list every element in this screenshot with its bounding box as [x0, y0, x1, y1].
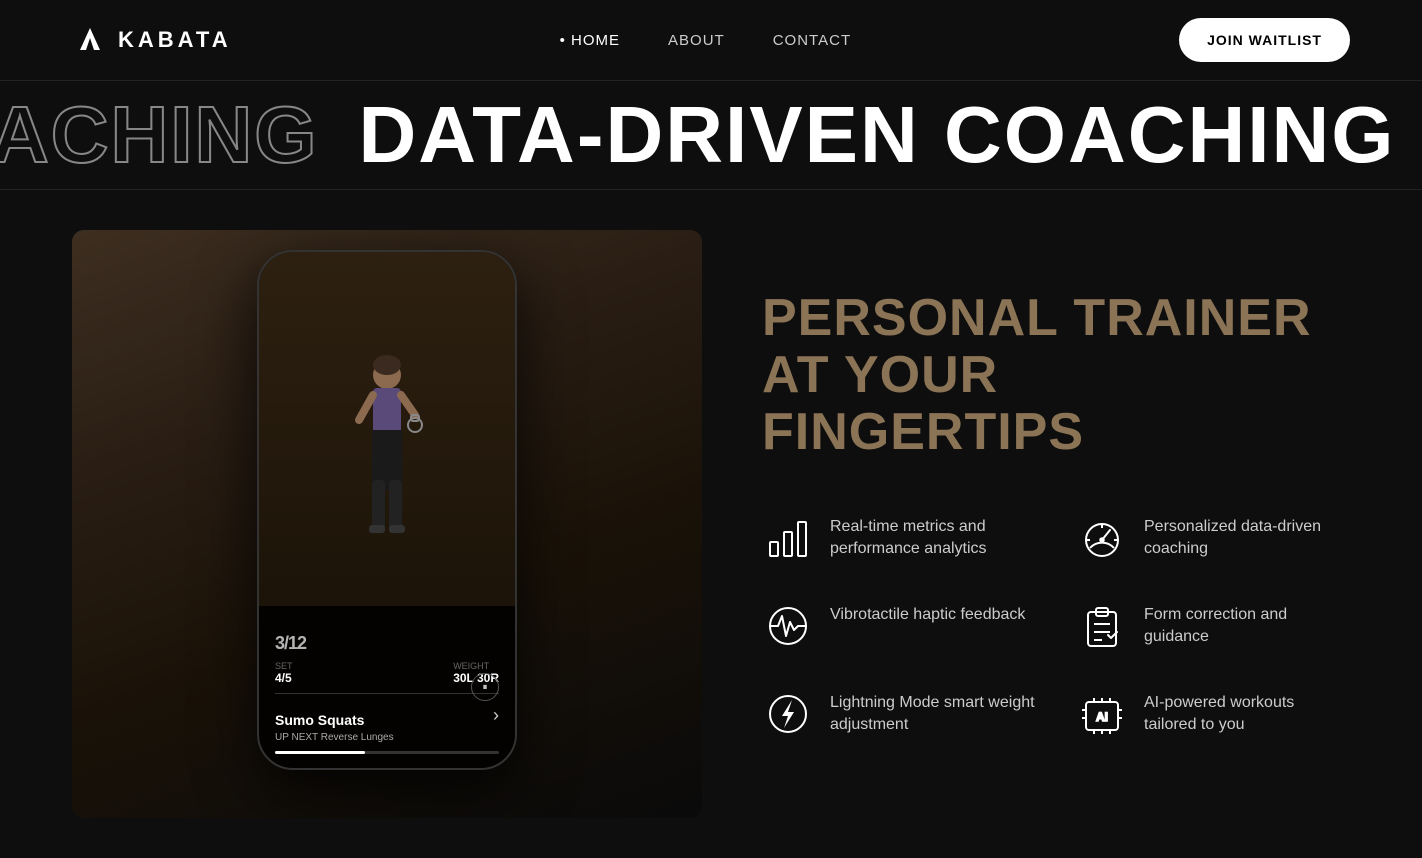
bar-chart-icon: [762, 512, 814, 564]
nav-about[interactable]: ABOUT: [668, 32, 725, 49]
lightning-icon: [762, 688, 814, 740]
pause-button[interactable]: ⏸: [471, 673, 499, 701]
feature-ai: AI: [1076, 688, 1350, 740]
feature-lightning: Lightning Mode smart weight adjustment: [762, 688, 1036, 740]
join-waitlist-button[interactable]: JOIN WAITLIST: [1179, 18, 1350, 62]
feature-metrics: Real-time metrics and performance analyt…: [762, 512, 1036, 564]
nav-contact[interactable]: CONTACT: [773, 32, 851, 49]
ai-icon: AI: [1076, 688, 1128, 740]
logo[interactable]: KABATA: [72, 22, 232, 58]
exercise-name: Sumo Squats: [275, 712, 364, 728]
set-label: SET: [275, 661, 293, 671]
person-silhouette: [347, 350, 427, 550]
phone-device: 3/12 SET 4/5 WEIGHT 30L 30R ⏸: [257, 250, 517, 770]
navbar: KABATA HOME ABOUT CONTACT JOIN WAITLIST: [0, 0, 1422, 80]
feature-form: Form correction and guidance: [1076, 600, 1350, 652]
feature-lightning-text: Lightning Mode smart weight adjustment: [830, 688, 1036, 737]
workout-meta: SET 4/5 WEIGHT 30L 30R ⏸: [275, 661, 499, 685]
logo-icon: [72, 22, 108, 58]
phone-showcase: 3/12 SET 4/5 WEIGHT 30L 30R ⏸: [72, 230, 702, 818]
phone-person-area: [259, 252, 515, 648]
nav-links: HOME ABOUT CONTACT: [560, 32, 852, 49]
nav-home[interactable]: HOME: [560, 32, 620, 49]
next-exercise-name: Reverse Lunges: [321, 732, 394, 743]
banner-solid: DATA-DRIVEN COACHING: [359, 89, 1396, 181]
feature-haptic-text: Vibrotactile haptic feedback: [830, 600, 1025, 626]
right-content: PERSONAL TRAINER AT YOUR FINGERTIPS Real…: [762, 230, 1350, 740]
feature-coaching: Personalized data-driven coaching: [1076, 512, 1350, 564]
features-grid: Real-time metrics and performance analyt…: [762, 512, 1350, 740]
next-exercise-label: UP NEXT Reverse Lunges: [275, 732, 499, 743]
speedometer-icon: [1076, 512, 1128, 564]
feature-ai-text: AI-powered workouts tailored to you: [1144, 688, 1350, 737]
workout-overlay: 3/12 SET 4/5 WEIGHT 30L 30R ⏸: [259, 606, 515, 768]
main-heading: PERSONAL TRAINER AT YOUR FINGERTIPS: [762, 290, 1350, 462]
feature-form-text: Form correction and guidance: [1144, 600, 1350, 649]
feature-metrics-text: Real-time metrics and performance analyt…: [830, 512, 1036, 561]
banner-outline-left: COACHING: [0, 89, 319, 181]
main-content: 3/12 SET 4/5 WEIGHT 30L 30R ⏸: [0, 190, 1422, 858]
phone-screen: 3/12 SET 4/5 WEIGHT 30L 30R ⏸: [259, 252, 515, 768]
weight-label: WEIGHT: [453, 661, 499, 671]
rep-counter: 3/12: [275, 620, 306, 657]
pulse-icon: [762, 600, 814, 652]
logo-text: KABATA: [118, 27, 232, 53]
svg-text:AI: AI: [1096, 710, 1108, 724]
set-value: 4/5: [275, 671, 293, 685]
feature-haptic: Vibrotactile haptic feedback: [762, 600, 1036, 652]
clipboard-icon: [1076, 600, 1128, 652]
progress-bar: [275, 751, 499, 754]
feature-coaching-text: Personalized data-driven coaching: [1144, 512, 1350, 561]
banner: COACHING DATA-DRIVEN COACHING DA: [0, 80, 1422, 190]
progress-fill: [275, 751, 365, 754]
